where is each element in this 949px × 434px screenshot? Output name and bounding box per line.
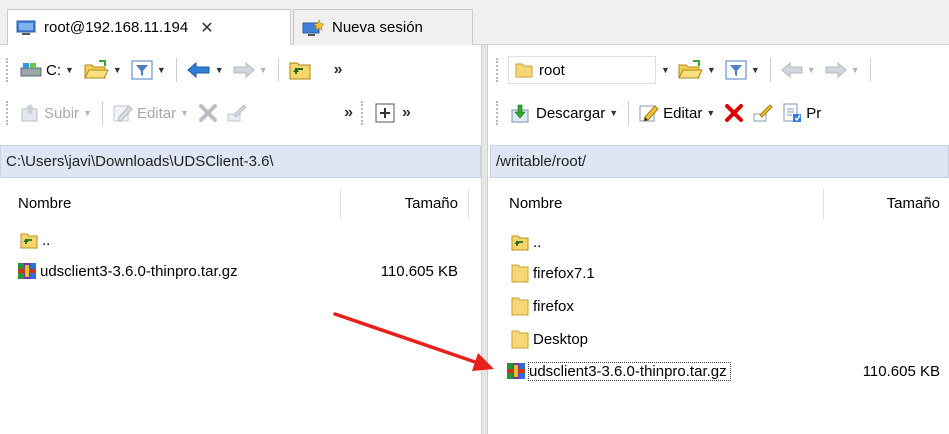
annotation-arrow (333, 312, 494, 371)
